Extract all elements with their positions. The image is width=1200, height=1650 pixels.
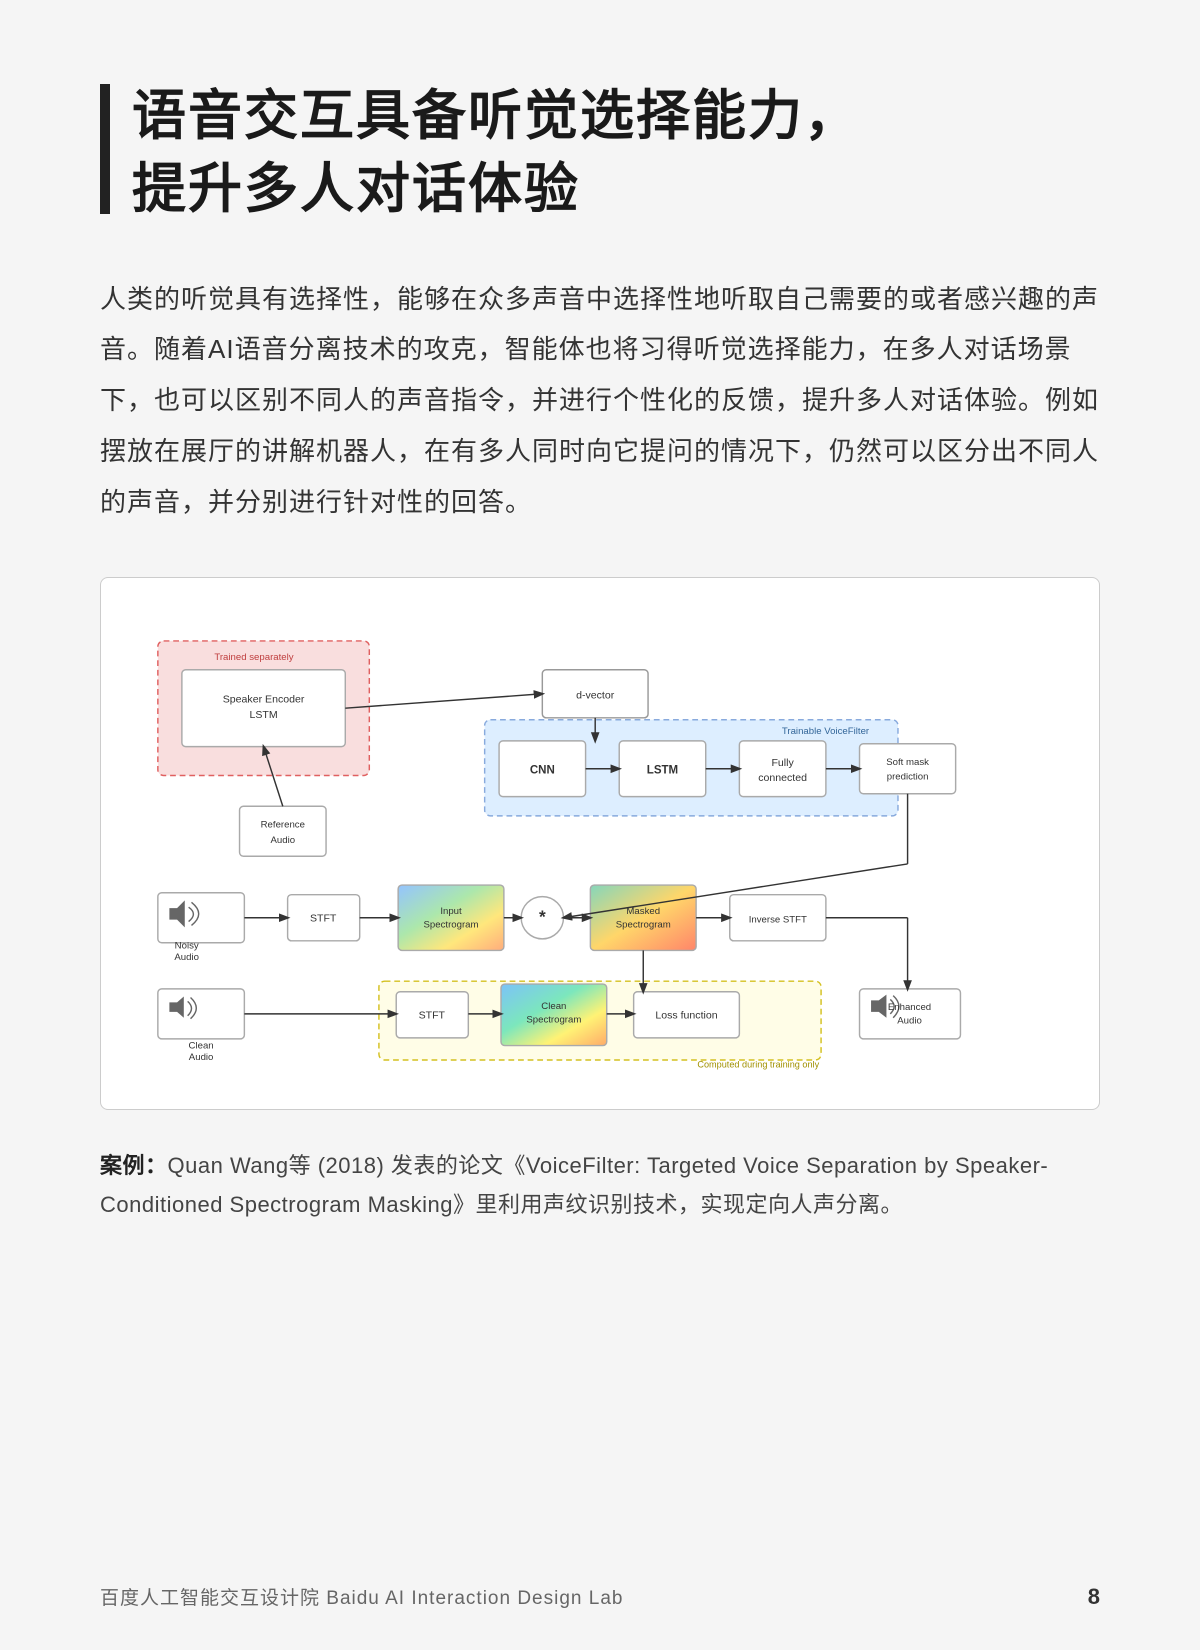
- caption: 案例：Quan Wang等 (2018) 发表的论文《VoiceFilter: …: [100, 1146, 1100, 1225]
- caption-text: Quan Wang等 (2018) 发表的论文《VoiceFilter: Tar…: [100, 1153, 1048, 1218]
- body-text: 人类的听觉具有选择性，能够在众多声音中选择性地听取自己需要的或者感兴趣的声音。随…: [100, 274, 1100, 527]
- stft2-label: STFT: [419, 1010, 446, 1022]
- fc-label1: Fully: [771, 757, 794, 769]
- speaker-encoder-label2: LSTM: [249, 709, 277, 721]
- soft-mask-label1: Soft mask: [886, 757, 929, 768]
- enhanced-audio-label1: Enhanced: [888, 1002, 931, 1013]
- ref-audio-label2: Audio: [271, 835, 296, 846]
- inverse-stft-label: Inverse STFT: [749, 915, 807, 926]
- masked-spec-label2: Spectrogram: [616, 920, 671, 931]
- soft-mask-label2: prediction: [887, 772, 929, 783]
- clean-spec-label1: Clean: [541, 1001, 566, 1012]
- cnn-label: CNN: [530, 765, 555, 777]
- clean-audio-label1: Clean: [189, 1041, 214, 1052]
- noisy-audio-label1: Noisy: [175, 941, 199, 952]
- noisy-audio-label2: Audio: [174, 952, 199, 963]
- diagram: Trained separately Speaker Encoder LSTM …: [129, 614, 1071, 1080]
- d-vector-label: d-vector: [576, 690, 615, 702]
- diagram-container: Trained separately Speaker Encoder LSTM …: [100, 577, 1100, 1109]
- trained-separately-label: Trained separately: [214, 652, 293, 663]
- clean-audio-label2: Audio: [189, 1052, 214, 1063]
- ref-audio-label1: Reference: [261, 820, 305, 831]
- enhanced-audio-label2: Audio: [897, 1016, 922, 1027]
- page: 语音交互具备听觉选择能力， 提升多人对话体验 人类的听觉具有选择性，能够在众多声…: [0, 0, 1200, 1650]
- multiply-label: *: [539, 907, 546, 927]
- input-spec-label1: Input: [440, 906, 462, 917]
- input-spec-label2: Spectrogram: [424, 920, 479, 931]
- speaker-encoder-label1: Speaker Encoder: [223, 694, 305, 706]
- title-section: 语音交互具备听觉选择能力， 提升多人对话体验: [100, 80, 1100, 226]
- stft1-label: STFT: [310, 913, 337, 925]
- caption-label: 案例：: [100, 1153, 168, 1178]
- loss-fn-label: Loss function: [655, 1010, 717, 1022]
- footer-org: 百度人工智能交互设计院 Baidu AI Interaction Design …: [100, 1583, 623, 1610]
- lstm-label: LSTM: [647, 765, 678, 777]
- footer-page-number: 8: [1088, 1584, 1100, 1610]
- title-accent-bar: [100, 84, 110, 214]
- trainable-vf-label: Trainable VoiceFilter: [782, 726, 870, 737]
- clean-spec-label2: Spectrogram: [526, 1015, 581, 1026]
- computed-label: Computed during training only: [697, 1060, 819, 1070]
- page-title: 语音交互具备听觉选择能力， 提升多人对话体验: [132, 80, 860, 226]
- fc-label2: connected: [758, 772, 807, 784]
- footer: 百度人工智能交互设计院 Baidu AI Interaction Design …: [0, 1583, 1200, 1610]
